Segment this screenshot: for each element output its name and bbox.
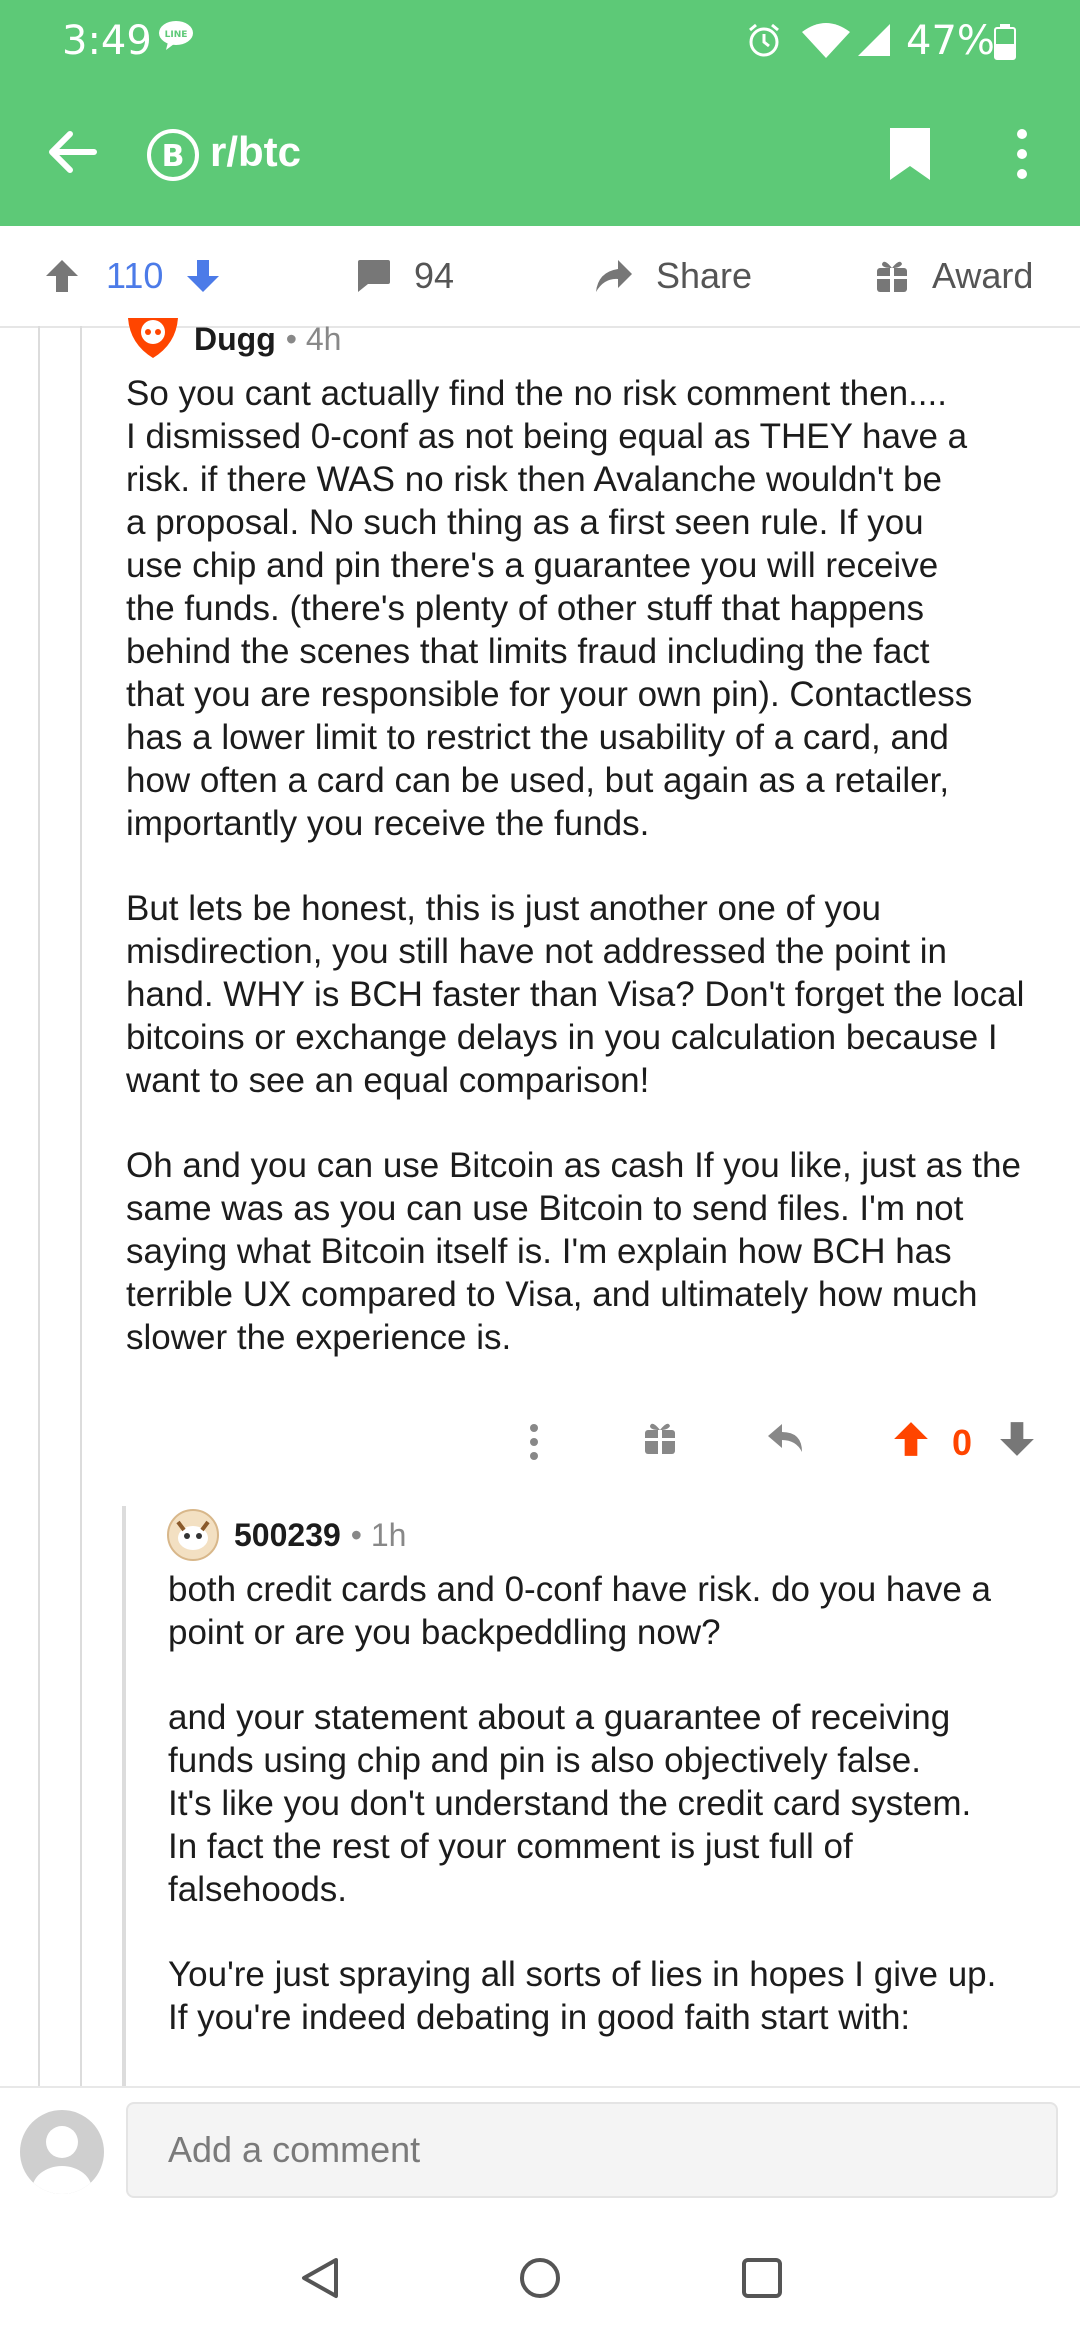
downvote-icon[interactable] (998, 1420, 1036, 1458)
comment-author[interactable]: Dugg (194, 321, 276, 358)
share-button[interactable]: Share (594, 226, 752, 326)
comment-time: • 1h (350, 1516, 407, 1553)
app-header: 3:49 LINE 47% B r/btc (0, 0, 1080, 226)
gift-icon (877, 261, 907, 292)
comment-paragraph: and your statement about a guarantee of … (168, 1698, 972, 1909)
battery-percent: 47% (906, 18, 995, 64)
comment-input[interactable]: Add a comment (126, 2102, 1058, 2198)
comment-count: 94 (414, 255, 455, 296)
status-time: 3:49 (62, 18, 152, 64)
comment-time: • 4h (285, 320, 342, 357)
award-button[interactable]: Award (874, 226, 1033, 326)
more-options-icon[interactable] (526, 1420, 542, 1464)
comment-paragraph: Oh and you can use Bitcoin as cash If yo… (126, 1146, 1021, 1357)
reply-icon[interactable] (766, 1420, 806, 1456)
subreddit-name[interactable]: r/btc (210, 128, 301, 176)
wifi-icon (802, 23, 850, 58)
comment-header: 500239 • 1h (166, 1508, 406, 1562)
comment-icon (358, 260, 390, 292)
user-avatar-icon[interactable] (166, 1508, 220, 1562)
signal-icon (858, 24, 890, 56)
comments-button[interactable]: 94 (354, 226, 454, 326)
post-action-bar: 110 94 Share Award (0, 226, 1080, 328)
user-avatar-icon[interactable] (126, 318, 180, 360)
more-options-icon[interactable] (1012, 126, 1032, 182)
share-icon (596, 260, 632, 292)
share-label: Share (656, 255, 753, 296)
comment-score: 0 (952, 1422, 973, 1463)
avatar[interactable] (20, 2110, 104, 2194)
comment-action-row: 0 (0, 1414, 1080, 1474)
subreddit-icon[interactable]: B (146, 128, 200, 182)
comment-body: So you cant actually find the no risk co… (126, 372, 1076, 1359)
back-nav-icon[interactable] (298, 2256, 342, 2300)
comment-body: both credit cards and 0-conf have risk. … (168, 1568, 1068, 2039)
line-app-icon: LINE (159, 21, 193, 50)
battery-icon (994, 24, 1016, 60)
svg-text:B: B (162, 139, 185, 174)
vote-count: 110 (106, 255, 164, 296)
back-arrow-icon[interactable] (44, 124, 100, 180)
comment-header: Dugg • 4h (126, 318, 341, 360)
comment-paragraph: But lets be honest, this is just another… (126, 889, 1025, 1100)
upvote-icon[interactable] (892, 1420, 930, 1458)
comment-paragraph: both credit cards and 0-conf have risk. … (168, 1570, 991, 1652)
comment-paragraph: So you cant actually find the no risk co… (126, 374, 973, 843)
thread-line (38, 326, 40, 2086)
comment-compose-bar: Add a comment (0, 2086, 1080, 2218)
vote-group: 110 (44, 226, 221, 326)
comment-paragraph: You're just spraying all sorts of lies i… (168, 1955, 997, 2037)
system-nav-bar (0, 2216, 1080, 2340)
home-nav-icon[interactable] (518, 2256, 562, 2300)
svg-text:LINE: LINE (165, 30, 188, 40)
bookmark-icon[interactable] (888, 126, 932, 182)
alarm-icon (749, 23, 779, 57)
downvote-icon[interactable] (185, 258, 221, 294)
app-bar: B r/btc (0, 84, 1080, 226)
thread-line (80, 326, 82, 2086)
recents-nav-icon[interactable] (740, 2256, 784, 2300)
gift-icon[interactable] (642, 1420, 678, 1456)
user-avatar-icon (32, 2126, 92, 2194)
status-bar: 3:49 LINE 47% (0, 0, 1080, 84)
award-label: Award (932, 255, 1034, 296)
comment-author[interactable]: 500239 (234, 1517, 341, 1554)
thread-line (122, 1506, 126, 2086)
comment-input-placeholder: Add a comment (168, 2129, 421, 2170)
upvote-icon[interactable] (44, 258, 80, 294)
